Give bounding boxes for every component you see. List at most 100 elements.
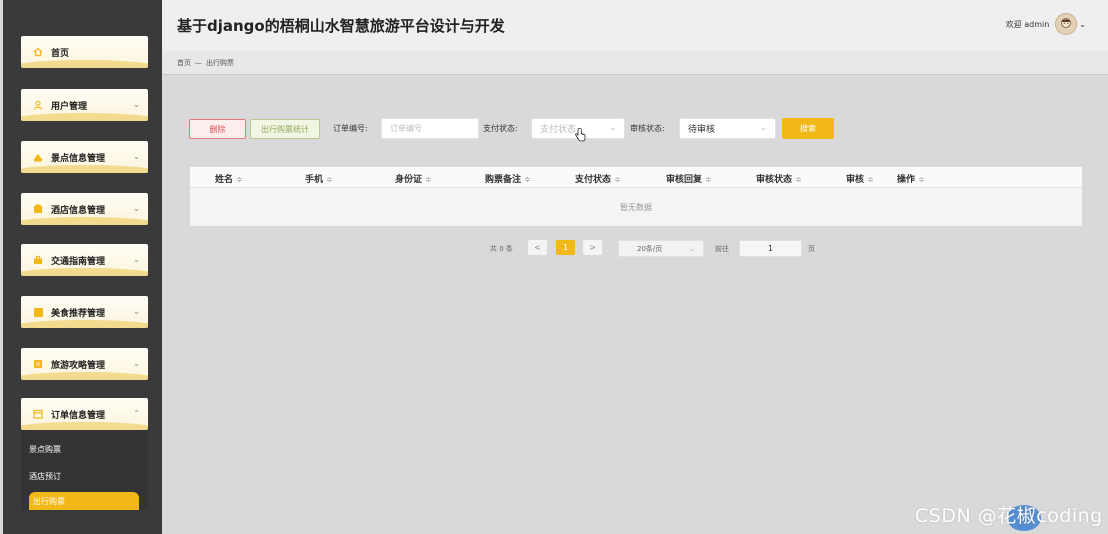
sidebar-item-hotel[interactable]: 酒店信息管理 ⌄ bbox=[21, 193, 148, 225]
sidebar-item-label: 用户管理 bbox=[51, 101, 88, 112]
sidebar-item-scenic[interactable]: 景点信息管理 ⌄ bbox=[21, 141, 148, 173]
review-status-select[interactable]: 待审核 ⌄ bbox=[679, 118, 776, 139]
order-no-input[interactable]: 订单编号 bbox=[381, 118, 479, 139]
sort-icon[interactable]: ≑ bbox=[236, 175, 243, 184]
data-table: 姓名 ≑ 手机 ≑ 身份证 ≑ 购票备注 ≑ 支付状态 ≑ 审核回复 ≑ 审核状态 ≑ 审核 ≑… bbox=[190, 167, 1082, 226]
submenu-item-hotel-booking[interactable]: 酒店预订 bbox=[21, 467, 139, 485]
sidebar-item-label: 美食推荐管理 bbox=[51, 308, 106, 319]
watermark: CSDN @花椒coding bbox=[915, 505, 1103, 527]
page-size-select[interactable]: 20条/页 ⌄ bbox=[618, 240, 704, 257]
column-header[interactable]: 购票备注 ≑ bbox=[485, 172, 531, 185]
column-header-label: 购票备注 bbox=[485, 175, 522, 185]
guide-icon bbox=[33, 359, 43, 369]
table-header: 姓名 ≑ 手机 ≑ 身份证 ≑ 购票备注 ≑ 支付状态 ≑ 审核回复 ≑ 审核状态 ≑ 审核 ≑… bbox=[190, 167, 1082, 188]
order-icon bbox=[33, 409, 43, 419]
breadcrumb-separator: — bbox=[195, 58, 202, 67]
chevron-down-icon: ⌄ bbox=[133, 152, 140, 161]
sort-icon[interactable]: ≑ bbox=[867, 175, 874, 184]
prev-page-button[interactable]: < bbox=[528, 240, 547, 255]
breadcrumb-home[interactable]: 首页 bbox=[177, 58, 191, 68]
sidebar-item-orders[interactable]: 订单信息管理 ⌃ bbox=[21, 398, 148, 430]
delete-button[interactable]: 删除 bbox=[189, 119, 246, 139]
chevron-down-icon: ⌄ bbox=[133, 100, 140, 109]
page-unit-label: 页 bbox=[808, 245, 815, 253]
search-button[interactable]: 搜索 bbox=[782, 118, 834, 139]
submenu-item-label: 酒店预订 bbox=[29, 471, 61, 481]
pay-status-label: 支付状态: bbox=[483, 124, 518, 133]
sidebar-item-users[interactable]: 用户管理 ⌄ bbox=[21, 89, 148, 121]
traffic-icon bbox=[33, 255, 43, 265]
submenu-item-travel-ticket[interactable]: 出行购票 bbox=[29, 492, 139, 510]
sort-icon[interactable]: ≑ bbox=[918, 175, 925, 184]
sort-icon[interactable]: ≑ bbox=[425, 175, 432, 184]
hand-cursor-icon bbox=[575, 128, 586, 142]
column-header[interactable]: 审核回复 ≑ bbox=[666, 172, 712, 185]
goto-page-input[interactable]: 1 bbox=[739, 240, 802, 257]
sidebar-item-label: 首页 bbox=[51, 48, 70, 59]
column-header-label: 手机 bbox=[305, 175, 324, 185]
chevron-down-icon: ⌄ bbox=[689, 244, 695, 253]
column-header-label: 姓名 bbox=[215, 175, 234, 185]
column-header[interactable]: 姓名 ≑ bbox=[215, 172, 243, 185]
chevron-down-icon: ⌄ bbox=[133, 307, 140, 316]
chevron-down-icon: ⌄ bbox=[133, 255, 140, 264]
column-header-label: 审核 bbox=[846, 175, 865, 185]
sort-icon[interactable]: ≑ bbox=[524, 175, 531, 184]
page-title: 基于django的梧桐山水智慧旅游平台设计与开发 bbox=[177, 17, 505, 35]
column-header-label: 支付状态 bbox=[575, 175, 612, 185]
avatar[interactable] bbox=[1055, 13, 1078, 35]
column-header[interactable]: 手机 ≑ bbox=[305, 172, 333, 185]
chevron-down-icon[interactable]: ⌄ bbox=[1079, 20, 1086, 29]
hotel-icon bbox=[33, 204, 43, 214]
sidebar-item-label: 旅游攻略管理 bbox=[51, 360, 106, 371]
submenu-item-scenic-ticket[interactable]: 景点购票 bbox=[21, 440, 139, 458]
page-size-value: 20条/页 bbox=[637, 244, 663, 253]
sidebar-item-food[interactable]: 美食推荐管理 ⌄ bbox=[21, 296, 148, 328]
home-icon bbox=[33, 47, 43, 57]
sidebar: 首页 用户管理 ⌄ 景点信息管理 ⌄ 酒店信息管理 ⌄ 交通指南管理 ⌄ 美食推… bbox=[3, 0, 162, 534]
sort-icon[interactable]: ≑ bbox=[326, 175, 333, 184]
submenu-item-label: 景点购票 bbox=[29, 444, 61, 454]
chevron-down-icon: ⌄ bbox=[609, 123, 616, 132]
chevron-down-icon: ⌄ bbox=[133, 204, 140, 213]
chevron-down-icon: ⌄ bbox=[760, 123, 767, 132]
column-header[interactable]: 审核状态 ≑ bbox=[756, 172, 802, 185]
goto-label: 前往 bbox=[715, 245, 729, 253]
stats-button[interactable]: 出行购票统计 bbox=[250, 119, 320, 139]
user-icon bbox=[33, 100, 43, 110]
chevron-up-icon: ⌃ bbox=[133, 409, 140, 418]
submenu-item-label: 出行购票 bbox=[33, 496, 65, 506]
column-header[interactable]: 身份证 ≑ bbox=[395, 172, 432, 185]
pagination-total: 共 0 条 bbox=[490, 245, 513, 253]
column-header[interactable]: 支付状态 ≑ bbox=[575, 172, 621, 185]
sort-icon[interactable]: ≑ bbox=[705, 175, 712, 184]
chevron-down-icon: ⌄ bbox=[133, 359, 140, 368]
breadcrumb: 首页 — 出行购票 bbox=[162, 51, 1108, 75]
page-number-button[interactable]: 1 bbox=[556, 240, 575, 255]
column-header[interactable]: 操作 ≑ bbox=[897, 172, 925, 185]
sidebar-item-label: 景点信息管理 bbox=[51, 153, 106, 164]
sidebar-item-label: 订单信息管理 bbox=[51, 410, 106, 421]
food-icon bbox=[33, 307, 43, 317]
sidebar-item-label: 交通指南管理 bbox=[51, 256, 106, 267]
user-menu[interactable]: 欢迎 admin ⌄ bbox=[1006, 13, 1086, 35]
review-status-value: 待审核 bbox=[688, 125, 716, 135]
sidebar-item-traffic[interactable]: 交通指南管理 ⌄ bbox=[21, 244, 148, 276]
column-header-label: 审核状态 bbox=[756, 175, 793, 185]
welcome-text: 欢迎 admin bbox=[1005, 19, 1050, 29]
sidebar-item-guide[interactable]: 旅游攻略管理 ⌄ bbox=[21, 348, 148, 380]
column-header[interactable]: 审核 ≑ bbox=[846, 172, 874, 185]
column-header-label: 操作 bbox=[897, 175, 916, 185]
review-status-label: 审核状态: bbox=[630, 124, 665, 133]
order-no-label: 订单编号: bbox=[333, 124, 368, 133]
empty-placeholder: 暂无数据 bbox=[620, 202, 652, 212]
sort-icon[interactable]: ≑ bbox=[614, 175, 621, 184]
column-header-label: 身份证 bbox=[395, 175, 423, 185]
orders-submenu: 景点购票 酒店预订 出行购票 bbox=[21, 430, 148, 510]
sort-icon[interactable]: ≑ bbox=[795, 175, 802, 184]
column-header-label: 审核回复 bbox=[666, 175, 703, 185]
sidebar-item-home[interactable]: 首页 bbox=[21, 36, 148, 68]
next-page-button[interactable]: > bbox=[583, 240, 602, 255]
scenic-icon bbox=[33, 152, 43, 162]
header: 基于django的梧桐山水智慧旅游平台设计与开发 欢迎 admin ⌄ bbox=[162, 0, 1108, 51]
